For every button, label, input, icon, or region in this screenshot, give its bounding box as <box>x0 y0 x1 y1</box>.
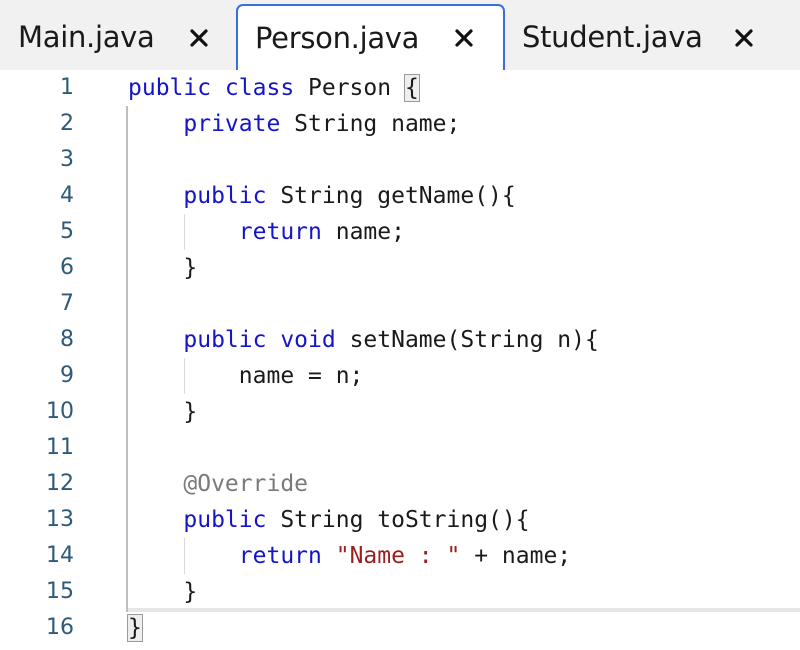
close-icon[interactable] <box>450 24 478 52</box>
code-token: } <box>128 579 198 605</box>
line-code: public class Person { <box>128 70 420 106</box>
line-number: 4 <box>60 183 74 208</box>
code-line[interactable]: 15 } <box>0 574 800 610</box>
line-number: 6 <box>60 255 74 280</box>
code-token: } <box>128 399 198 425</box>
line-code: public String toString(){ <box>128 502 530 538</box>
code-token: name = n; <box>128 363 364 389</box>
line-code: } <box>128 250 197 286</box>
close-icon[interactable] <box>730 24 758 52</box>
code-token: public class <box>128 75 295 101</box>
tab-bar: Main.java Person.java Student.java <box>0 0 800 70</box>
code-token: String name; <box>280 111 461 137</box>
code-line[interactable]: 10 } <box>0 394 800 430</box>
line-code: return "Name : " + name; <box>128 538 571 574</box>
line-code: } <box>128 574 197 610</box>
code-token: } <box>127 614 143 642</box>
code-token: return <box>128 543 322 569</box>
code-token: return <box>128 219 322 245</box>
line-number: 1 <box>60 75 74 100</box>
code-token: public <box>128 183 267 209</box>
code-line[interactable]: 7 <box>0 286 800 322</box>
line-code: public void setName(String n){ <box>128 322 599 358</box>
line-number: 12 <box>46 471 74 496</box>
code-token: } <box>128 255 198 281</box>
line-number: 15 <box>46 579 74 604</box>
code-line[interactable]: 6 } <box>0 250 800 286</box>
code-line[interactable]: 8 public void setName(String n){ <box>0 322 800 358</box>
code-token: + name; <box>460 543 572 569</box>
code-line[interactable]: 16} <box>0 610 800 646</box>
code-line[interactable]: 4 public String getName(){ <box>0 178 800 214</box>
tab-main-java[interactable]: Main.java <box>0 4 236 70</box>
code-token: @Override <box>128 471 309 497</box>
code-line[interactable]: 11 <box>0 430 800 466</box>
line-code: public String getName(){ <box>128 178 516 214</box>
code-token: public <box>128 507 267 533</box>
code-token: setName(String n){ <box>335 327 599 353</box>
line-code: } <box>127 610 143 646</box>
tab-person-java[interactable]: Person.java <box>236 4 505 70</box>
code-token: "Name : " <box>321 543 461 569</box>
line-code: } <box>128 394 197 430</box>
line-number: 14 <box>46 543 74 568</box>
code-line[interactable]: 12 @Override <box>0 466 800 502</box>
code-line[interactable]: 9 name = n; <box>0 358 800 394</box>
code-token: name; <box>321 219 405 245</box>
line-code: return name; <box>128 214 405 250</box>
line-number: 9 <box>60 363 74 388</box>
tab-student-java[interactable]: Student.java <box>505 4 800 70</box>
tab-label: Student.java <box>522 20 703 54</box>
code-line[interactable]: 2 private String name; <box>0 106 800 142</box>
line-code: @Override <box>128 466 308 502</box>
line-number: 2 <box>60 111 74 136</box>
line-number: 16 <box>46 615 74 640</box>
line-code: name = n; <box>128 358 364 394</box>
close-icon[interactable] <box>185 24 213 52</box>
line-number: 8 <box>60 327 74 352</box>
code-line[interactable]: 5 return name; <box>0 214 800 250</box>
tab-label: Person.java <box>255 21 420 55</box>
line-code: private String name; <box>128 106 460 142</box>
code-token: private <box>128 111 281 137</box>
code-token: String toString(){ <box>266 507 530 533</box>
code-line[interactable]: 1 public class Person { <box>0 70 800 106</box>
line-number: 7 <box>60 291 74 316</box>
tab-label: Main.java <box>18 20 155 54</box>
code-line[interactable]: 3 <box>0 142 800 178</box>
code-token: { <box>403 74 420 102</box>
line-number: 3 <box>60 147 74 172</box>
code-line[interactable]: 14 return "Name : " + name; <box>0 538 800 574</box>
code-line[interactable]: 13 public String toString(){ <box>0 502 800 538</box>
code-token: String getName(){ <box>266 183 516 209</box>
line-number: 5 <box>60 219 74 244</box>
line-number: 13 <box>46 507 74 532</box>
code-token: public void <box>128 327 336 353</box>
code-editor[interactable]: 1 public class Person {2 private String n… <box>0 70 800 650</box>
line-number: 11 <box>46 435 74 460</box>
line-number: 10 <box>46 399 74 424</box>
code-token: Person <box>294 75 405 101</box>
